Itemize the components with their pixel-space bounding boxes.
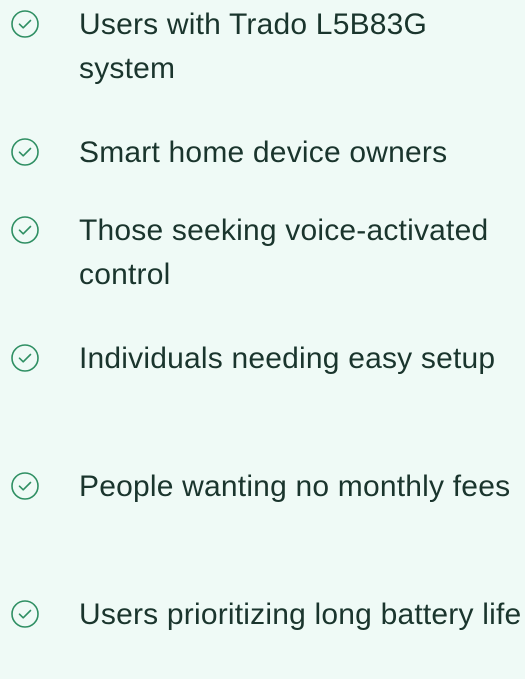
- benefit-list: Users with Trado L5B83G system Smart hom…: [0, 0, 525, 679]
- list-item-label: Users prioritizing long battery life: [79, 598, 522, 631]
- list-item-label: Those seeking voice-activated control: [79, 214, 489, 291]
- check-circle-icon: [10, 215, 40, 245]
- check-circle-icon: [10, 137, 40, 167]
- check-circle-icon: [10, 599, 40, 629]
- check-circle-icon: [10, 471, 40, 501]
- list-item-label: Users with Trado L5B83G system: [79, 8, 428, 85]
- check-circle-icon: [10, 9, 40, 39]
- list-item-label: Individuals needing easy setup: [79, 342, 496, 375]
- list-item-label: Smart home device owners: [79, 136, 448, 169]
- check-circle-icon: [10, 343, 40, 373]
- list-item-label: People wanting no monthly fees: [79, 470, 511, 503]
